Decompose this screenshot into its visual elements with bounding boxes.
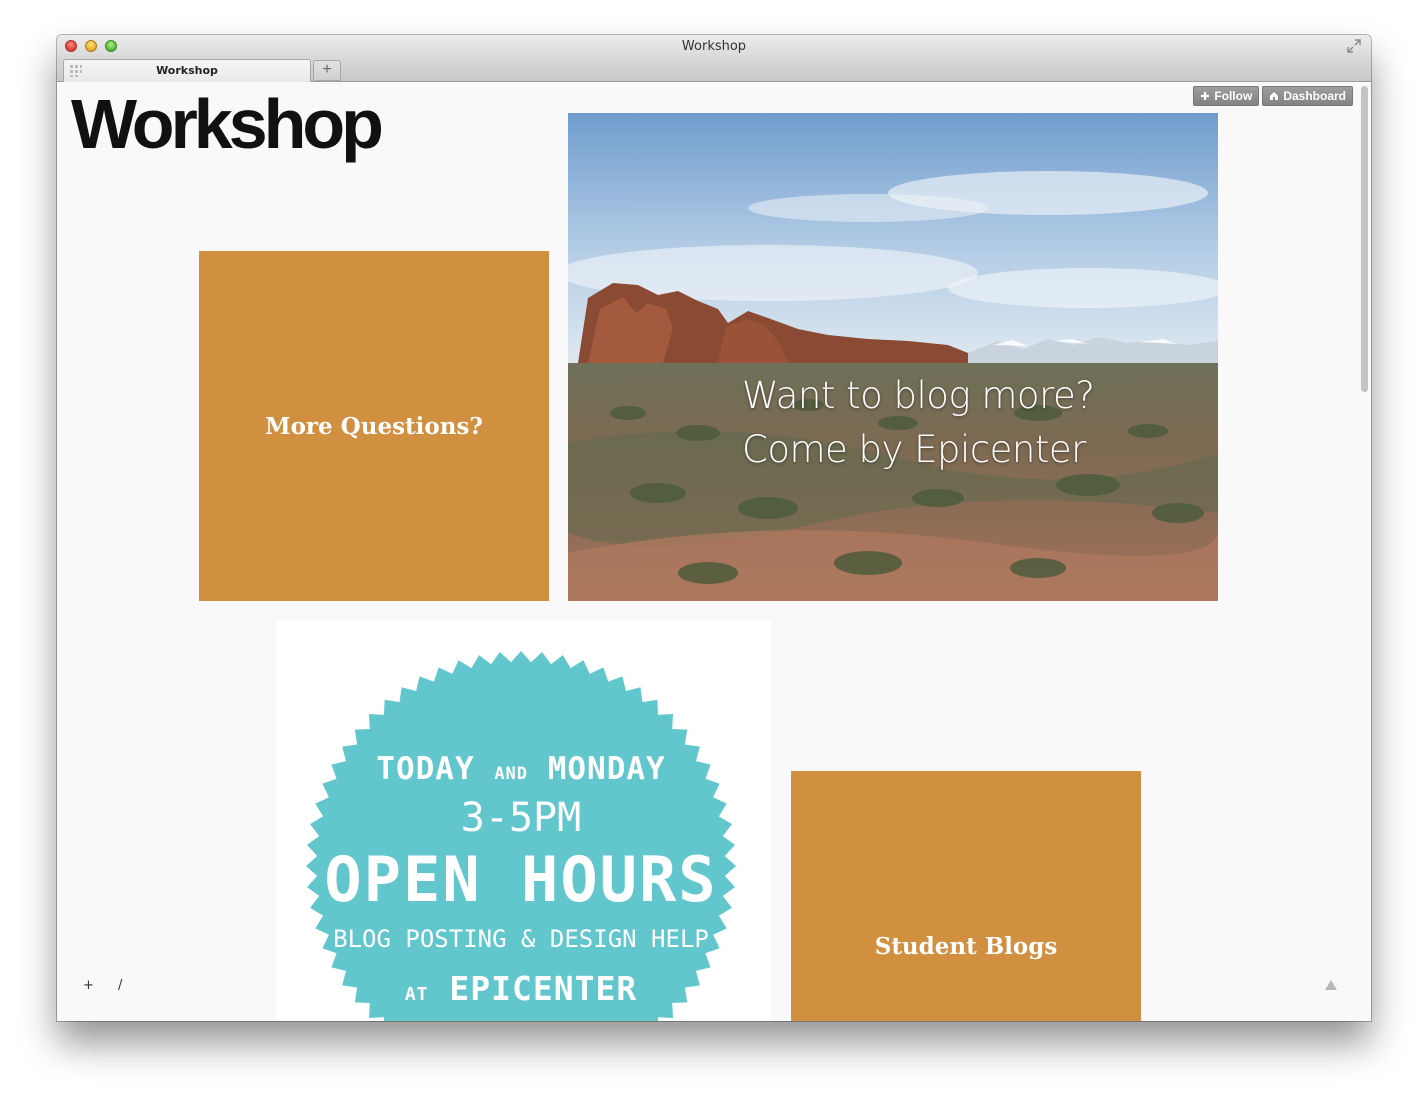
footer-plus-link[interactable]: + xyxy=(83,978,94,993)
scroll-to-top-icon[interactable] xyxy=(1325,980,1337,990)
badge-monday: MONDAY xyxy=(547,751,666,787)
window-title: Workshop xyxy=(681,39,747,54)
blog-title[interactable]: Workshop xyxy=(71,86,384,163)
vertical-scrollbar[interactable] xyxy=(1361,86,1368,392)
footer-slash-link[interactable]: / xyxy=(118,978,122,993)
photo-caption: Want to blog more? Come by Epicenter xyxy=(742,369,1162,477)
badge-today: TODAY xyxy=(376,751,475,787)
photo-caption-line-1: Want to blog more? xyxy=(742,374,1095,417)
desert-landscape-image xyxy=(568,113,1218,601)
new-tab-button[interactable]: + xyxy=(313,60,341,81)
more-questions-label: More Questions? xyxy=(265,412,483,440)
plus-icon xyxy=(1201,92,1210,100)
footer-nav: + / xyxy=(83,978,142,993)
page-content: Workshop Follow Dashboard More Questions… xyxy=(57,82,1371,1021)
tab-label: Workshop xyxy=(156,64,218,77)
follow-label: Follow xyxy=(1214,89,1253,103)
home-icon xyxy=(1270,92,1279,100)
student-blogs-label: Student Blogs xyxy=(874,932,1058,960)
badge-place: EPICENTER xyxy=(449,969,638,1008)
tumblr-controls: Follow Dashboard xyxy=(1193,86,1353,106)
dashboard-button[interactable]: Dashboard xyxy=(1262,86,1353,106)
fullscreen-icon[interactable] xyxy=(1347,39,1361,53)
badge-location: AT EPICENTER xyxy=(306,969,736,1008)
follow-button[interactable]: Follow xyxy=(1193,86,1260,106)
browser-window: Workshop Workshop + Workshop Follow Dash… xyxy=(57,35,1371,1021)
browser-tab-workshop[interactable]: Workshop xyxy=(63,59,311,82)
student-blogs-tile[interactable]: Student Blogs xyxy=(791,771,1141,1021)
more-questions-tile[interactable]: More Questions? xyxy=(199,251,549,601)
badge-time: 3-5PM xyxy=(460,795,582,841)
badge-line-days: TODAY AND MONDAY xyxy=(306,751,736,787)
badge-subline: BLOG POSTING & DESIGN HELP xyxy=(333,925,709,953)
open-hours-post[interactable]: TODAY AND MONDAY 3-5PM OPEN HOURS BLOG P… xyxy=(276,621,771,1021)
dashboard-label: Dashboard xyxy=(1283,89,1346,103)
badge-at: AT xyxy=(404,984,429,1005)
desert-photo-post[interactable]: Want to blog more? Come by Epicenter xyxy=(568,113,1218,601)
badge-and: AND xyxy=(494,764,529,784)
badge-headline: OPEN HOURS xyxy=(324,843,718,916)
photo-caption-line-2: Come by Epicenter xyxy=(742,428,1086,471)
title-bar: Workshop Workshop + xyxy=(57,35,1371,82)
